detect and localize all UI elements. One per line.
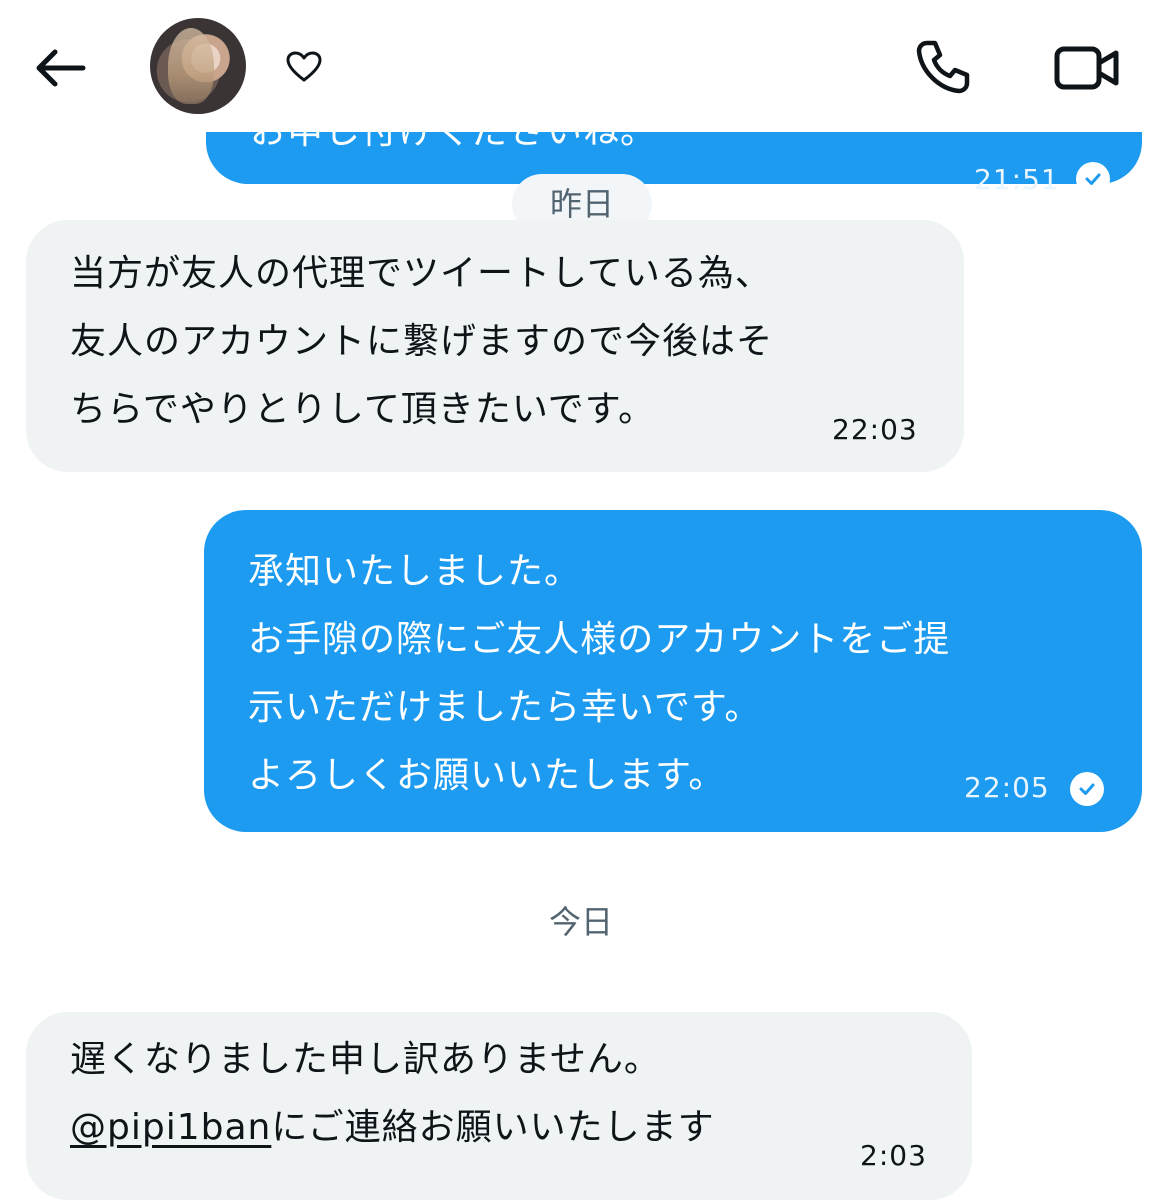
read-check-icon <box>1076 162 1110 196</box>
message-line: 遅くなりました申し訳ありません。 <box>70 1039 661 1080</box>
message-bubble-outgoing[interactable]: 承知いたしました。 お手隙の際にご友人様のアカウントをご提 示いただけましたら幸… <box>204 510 1142 832</box>
read-check-icon <box>1070 772 1104 806</box>
message-line-with-mention: @pipi1banにご連絡お願いいたします <box>70 1094 972 1162</box>
message-text: にご連絡お願いいたします <box>271 1107 715 1148</box>
message-line: お手隙の際にご友人様のアカウントをご提 <box>248 619 951 660</box>
message-time: 22:03 <box>832 413 918 446</box>
message-line: 示いただけましたら幸いです。 <box>248 687 762 728</box>
phone-icon <box>916 40 970 94</box>
call-button[interactable] <box>912 36 974 98</box>
chat-header <box>0 0 1170 132</box>
heart-icon <box>284 48 324 86</box>
message-line: ちらでやりとりして頂きたいです。 <box>70 389 656 430</box>
mention-link[interactable]: @pipi1ban <box>70 1107 271 1148</box>
message-time: 21:51 <box>974 163 1060 196</box>
message-time: 2:03 <box>860 1139 927 1172</box>
date-separator-today: 今日 <box>549 903 614 941</box>
back-button[interactable] <box>30 40 90 96</box>
message-line: 当方が友人の代理でツイートしている為、 <box>70 253 772 294</box>
arrow-left-icon <box>36 49 86 87</box>
avatar[interactable] <box>150 18 246 114</box>
message-time: 22:05 <box>964 771 1050 804</box>
message-line: 承知いたしました。 <box>248 551 582 592</box>
message-line: 友人のアカウントに繋げますので今後はそ <box>70 321 774 362</box>
message-bubble-incoming[interactable]: 遅くなりました申し訳ありません。 @pipi1banにご連絡お願いいたします 2… <box>26 1012 972 1200</box>
video-camera-icon <box>1054 46 1119 90</box>
video-call-button[interactable] <box>1052 38 1122 98</box>
message-bubble-incoming[interactable]: 当方が友人の代理でツイートしている為、 友人のアカウントに繋げますので今後はそ … <box>26 220 964 472</box>
